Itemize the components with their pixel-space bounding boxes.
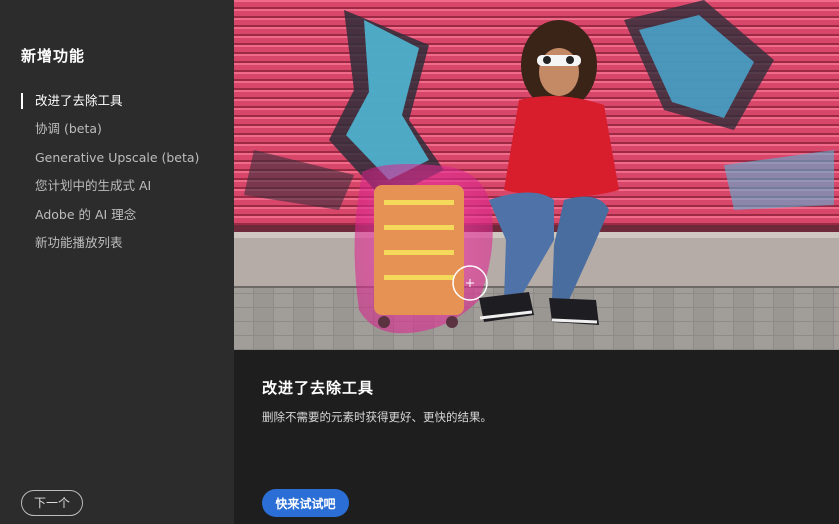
sidebar-item-harmonize[interactable]: 协调 (beta) <box>21 115 226 143</box>
sidebar-item-adobe-ai-principles[interactable]: Adobe 的 AI 理念 <box>21 201 226 229</box>
whats-new-dialog: 新增功能 改进了去除工具 协调 (beta) Generative Upscal… <box>0 0 839 524</box>
sidebar-title: 新增功能 <box>21 47 86 65</box>
hero-image <box>234 0 839 350</box>
next-button[interactable]: 下一个 <box>21 490 83 516</box>
sidebar-item-generative-ai-plan[interactable]: 您计划中的生成式 AI <box>21 172 226 200</box>
sidebar: 新增功能 改进了去除工具 协调 (beta) Generative Upscal… <box>0 0 234 524</box>
main-panel: 改进了去除工具 删除不需要的元素时获得更好、更快的结果。 快来试试吧 <box>234 0 839 524</box>
sidebar-item-generative-upscale[interactable]: Generative Upscale (beta) <box>21 144 226 172</box>
try-it-button[interactable]: 快来试试吧 <box>262 489 349 517</box>
sidebar-nav: 改进了去除工具 协调 (beta) Generative Upscale (be… <box>21 87 226 257</box>
feature-title: 改进了去除工具 <box>262 379 375 397</box>
sidebar-item-new-features-playlist[interactable]: 新功能播放列表 <box>21 229 226 257</box>
sidebar-item-remove-tool[interactable]: 改进了去除工具 <box>21 87 226 115</box>
feature-description: 删除不需要的元素时获得更好、更快的结果。 <box>262 410 492 424</box>
